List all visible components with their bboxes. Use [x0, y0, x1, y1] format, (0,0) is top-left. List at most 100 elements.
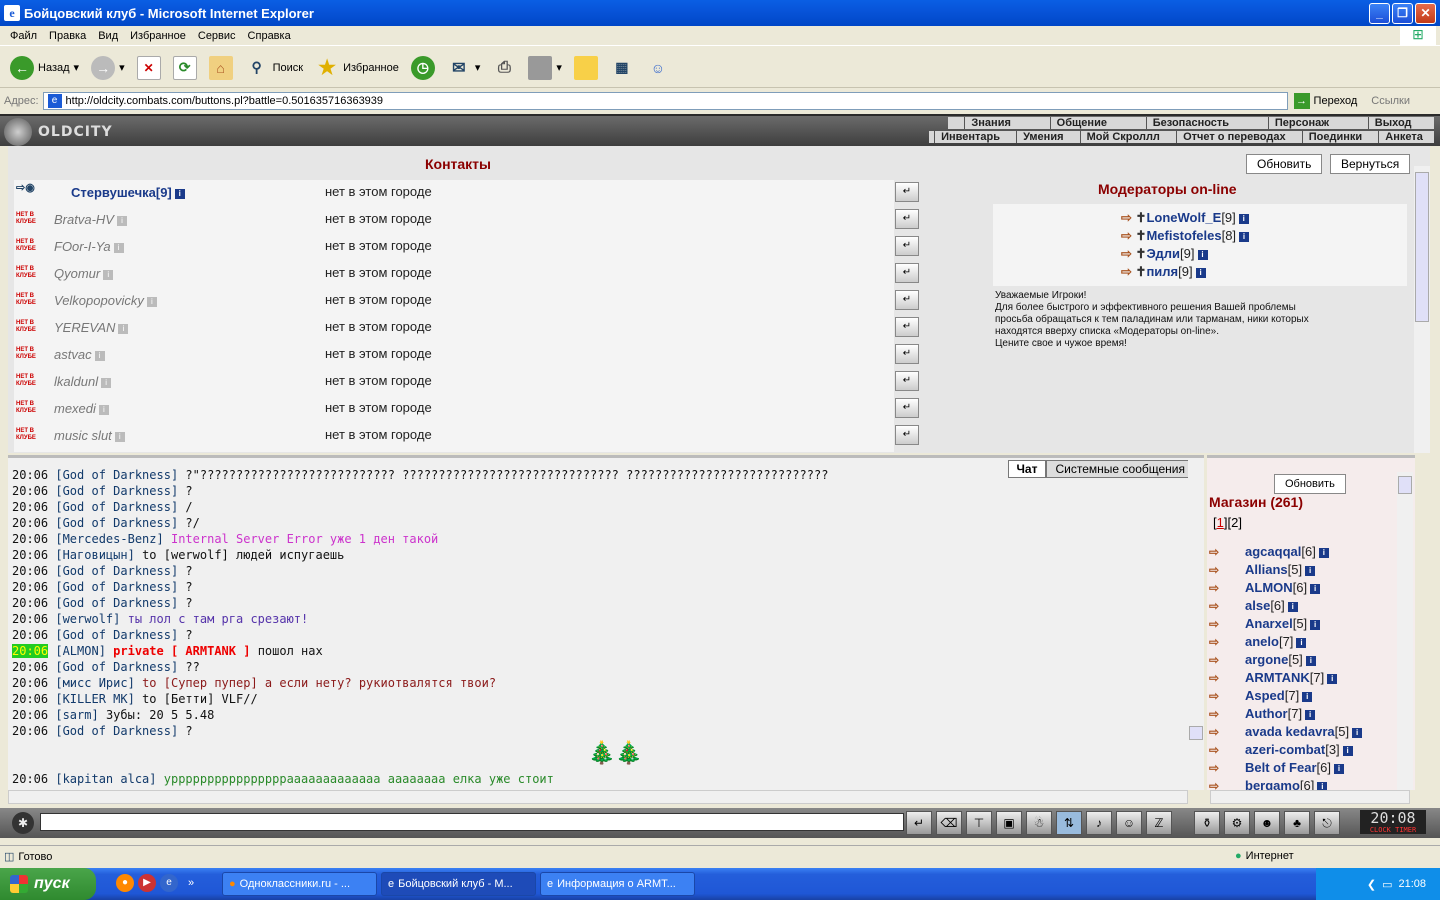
contact-name[interactable]: Qyomur i — [54, 266, 114, 281]
sound-icon[interactable]: ♪ — [1086, 811, 1112, 835]
stop-button[interactable]: ✕ — [133, 54, 165, 82]
info-icon[interactable]: i — [118, 323, 129, 334]
message-nick[interactable]: [kapitan alca] — [55, 772, 156, 786]
person-icon[interactable]: ☃ — [1026, 811, 1052, 835]
message-time[interactable]: 20:06 — [12, 548, 48, 562]
send-message-button[interactable]: ↵ — [895, 236, 919, 256]
message-nick[interactable]: [Mercedes-Benz] — [55, 532, 163, 546]
message-nick[interactable]: [sarm] — [55, 708, 98, 722]
online-user-row[interactable]: ⇨ agcaqqal[6] i — [1209, 544, 1409, 562]
info-icon[interactable]: i — [114, 431, 125, 442]
info-icon[interactable]: i — [1333, 763, 1344, 774]
media-icon[interactable]: ▶ — [138, 874, 156, 892]
forward-button[interactable]: → ▾ — [87, 54, 129, 82]
message-time[interactable]: 20:06 — [12, 676, 48, 690]
message-nick[interactable]: [God of Darkness] — [55, 628, 178, 642]
info-icon[interactable]: i — [116, 215, 127, 226]
send-message-button[interactable]: ↵ — [895, 263, 919, 283]
scroll-lock-icon[interactable]: ⇅ — [1056, 811, 1082, 835]
restore-button[interactable]: ❐ — [1392, 3, 1413, 24]
moderator-row[interactable]: ⇨ ✝Эдли[9] i — [1121, 246, 1208, 262]
nav-profile[interactable]: Анкета — [1378, 131, 1429, 143]
message-nick[interactable]: [God of Darkness] — [55, 724, 178, 738]
return-button[interactable]: Вернуться — [1330, 154, 1411, 174]
info-icon[interactable]: i — [1305, 709, 1316, 720]
info-icon[interactable]: i — [1287, 601, 1298, 612]
message-nick[interactable]: [God of Darkness] — [55, 580, 178, 594]
message-time[interactable]: 20:06 — [12, 484, 48, 498]
scrollbar-thumb[interactable] — [1415, 172, 1429, 322]
private-message-icon[interactable]: ⇨ — [1209, 653, 1229, 667]
info-icon[interactable]: i — [1327, 673, 1338, 684]
tab-system-messages[interactable]: Системные сообщения — [1046, 460, 1194, 478]
smiley-icon[interactable]: ☺ — [1116, 811, 1142, 835]
message-time[interactable]: 20:06 — [12, 628, 48, 642]
contact-name[interactable]: mexedi i — [54, 401, 109, 416]
discuss-button[interactable] — [570, 54, 602, 82]
task-odnoklassniki[interactable]: ● Одноклассники.ru - ... — [222, 872, 377, 896]
refresh-online-button[interactable]: Обновить — [1274, 474, 1346, 494]
menu-favorites[interactable]: Избранное — [124, 30, 192, 42]
user-name[interactable]: agcaqqal[6] i — [1245, 544, 1329, 559]
scrollbar-thumb[interactable] — [1398, 476, 1412, 494]
online-user-row[interactable]: ⇨ Anarxel[5] i — [1209, 616, 1409, 634]
send-message-button[interactable]: ↵ — [895, 398, 919, 418]
send-message-button[interactable]: ↵ — [895, 425, 919, 445]
info-icon[interactable]: i — [1305, 565, 1316, 576]
contact-name[interactable]: Bratva-HV i — [54, 212, 127, 227]
info-icon[interactable]: i — [1197, 249, 1208, 260]
menu-help[interactable]: Справка — [242, 30, 297, 42]
info-icon[interactable]: i — [1238, 213, 1249, 224]
info-icon[interactable]: i — [1352, 727, 1363, 738]
info-icon[interactable]: i — [1318, 547, 1329, 558]
private-message-icon[interactable]: ⇨ — [1209, 689, 1229, 703]
tray-arrow-icon[interactable]: ❮ — [1367, 878, 1376, 891]
message-nick[interactable]: [werwolf] — [55, 612, 120, 626]
online-user-row[interactable]: ⇨ alse[6] i — [1209, 598, 1409, 616]
message-time[interactable]: 20:06 — [12, 644, 49, 658]
message-time[interactable]: 20:06 — [12, 692, 48, 706]
private-message-icon[interactable]: ⇨ — [1209, 743, 1229, 757]
back-button[interactable]: ← Назад ▾ — [6, 54, 83, 82]
home-button[interactable]: ⌂ — [205, 54, 237, 82]
menu-file[interactable]: Файл — [4, 30, 43, 42]
scrollbar-thumb[interactable] — [1189, 726, 1203, 740]
private-message-icon[interactable]: ⇨ — [1209, 617, 1229, 631]
private-message-icon[interactable]: ⇨ — [1209, 545, 1229, 559]
contact-name[interactable]: Стервушечка[9] i — [71, 185, 185, 200]
private-message-icon[interactable]: ⇨ — [1209, 779, 1229, 790]
message-time[interactable]: 20:06 — [12, 580, 48, 594]
message-nick[interactable]: [ALMON] — [55, 644, 106, 658]
contact-name[interactable]: YEREVAN i — [54, 320, 129, 335]
chat-scrollbar[interactable] — [1188, 458, 1204, 790]
info-icon[interactable]: i — [174, 188, 185, 199]
private-message-icon[interactable]: ⇨ — [1209, 635, 1229, 649]
tab-chat[interactable]: Чат — [1007, 460, 1047, 478]
message-time[interactable]: 20:06 — [12, 772, 48, 786]
info-icon[interactable]: i — [1239, 231, 1250, 242]
message-time[interactable]: 20:06 — [12, 564, 48, 578]
message-nick[interactable]: [God of Darkness] — [55, 564, 178, 578]
close-button[interactable]: ✕ — [1415, 3, 1436, 24]
info-icon[interactable]: i — [1310, 619, 1321, 630]
user-name[interactable]: alse[6] i — [1245, 598, 1298, 613]
network-icon[interactable]: ▭ — [1382, 878, 1392, 891]
info-icon[interactable]: i — [101, 377, 112, 388]
online-hscrollbar[interactable] — [1210, 790, 1410, 804]
nav-exit[interactable]: Выход — [1367, 117, 1418, 129]
message-time[interactable]: 20:06 — [12, 660, 48, 674]
message-time[interactable]: 20:06 — [12, 500, 48, 514]
minimize-button[interactable]: _ — [1369, 3, 1390, 24]
moderator-row[interactable]: ⇨ ✝Mefistofeles[8] i — [1121, 228, 1250, 244]
info-icon[interactable]: i — [1296, 637, 1307, 648]
message-nick[interactable]: [God of Darkness] — [55, 500, 178, 514]
nav-transfers[interactable]: Отчет о переводах — [1176, 131, 1292, 143]
user-name[interactable]: Anarxel[5] i — [1245, 616, 1321, 631]
nav-inventory[interactable]: Инвентарь — [934, 131, 1006, 143]
chat-input[interactable] — [40, 813, 904, 831]
message-nick[interactable]: [KILLER MK] — [55, 692, 134, 706]
message-time[interactable]: 20:06 — [12, 468, 48, 482]
user-name[interactable]: anelo[7] i — [1245, 634, 1307, 649]
info-icon[interactable]: i — [94, 350, 105, 361]
go-button[interactable]: → Переход — [1293, 93, 1357, 109]
